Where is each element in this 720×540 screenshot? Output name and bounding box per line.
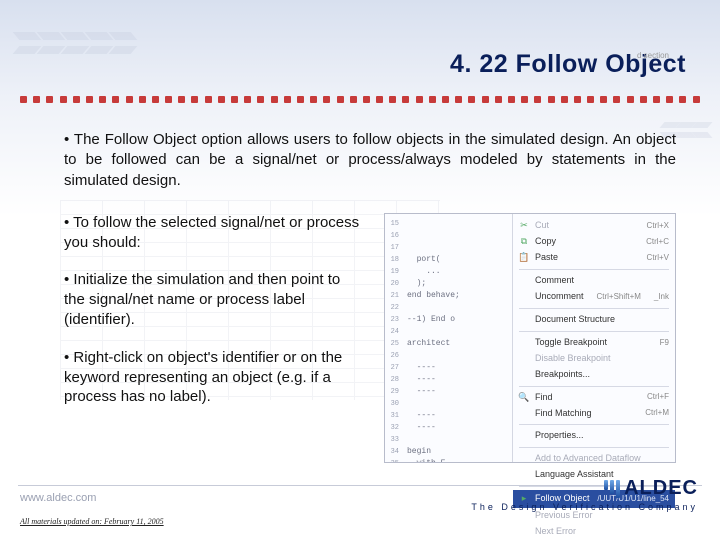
slide-body: • The Follow Object option allows users … [64, 130, 676, 470]
menu-item-shortcut: Ctrl+Shift+M [596, 291, 640, 303]
menu-item-label: Toggle Breakpoint [535, 336, 607, 350]
menu-item-add-dataflow[interactable]: Add to Advanced Dataflow [519, 451, 669, 467]
menu-item-find[interactable]: 🔍 Find Ctrl+F [519, 390, 669, 406]
menu-item-label: Uncomment [535, 290, 584, 304]
find-icon: 🔍 [519, 393, 529, 403]
menu-item-label: Properties... [535, 429, 584, 443]
menu-item-shortcut: F9 [660, 337, 669, 349]
toggle-bp-icon [519, 338, 529, 348]
brand-tagline: The Design Verification Company [471, 502, 698, 512]
menu-item-doc-structure[interactable]: Document Structure [519, 312, 669, 328]
menu-item-disable-bp[interactable]: Disable Breakpoint [519, 351, 669, 367]
menu-item-properties[interactable]: Properties... [519, 428, 669, 444]
menu-item-label: Find [535, 391, 553, 405]
previous-error-icon [519, 511, 529, 521]
menu-item-label: Comment [535, 274, 574, 288]
menu-item-breakpoints[interactable]: Breakpoints... [519, 367, 669, 383]
menu-item-label: Document Structure [535, 313, 615, 327]
menu-item-copy[interactable]: ⧉ Copy Ctrl+C [519, 234, 669, 250]
paste-icon: 📋 [519, 253, 529, 263]
menu-item-shortcut: Ctrl+X [647, 220, 669, 232]
menu-item-cut[interactable]: ✂ Cut Ctrl+X [519, 218, 669, 234]
properties-icon [519, 431, 529, 441]
line-gutter: 15 16 17 18 19 20 21 22 23 24 25 26 27 2… [387, 218, 399, 462]
brand-name: ALDEC [624, 477, 698, 500]
bullet-3: • Initialize the simulation and then poi… [64, 270, 364, 329]
uncomment-icon [519, 292, 529, 302]
bullet-4: • Right-click on object's identifier or … [64, 348, 364, 407]
divider-dots [20, 96, 700, 106]
menu-item-label: Cut [535, 219, 549, 233]
menu-item-label: Next Error [535, 525, 576, 539]
code-text: port( ... ); end behave; --1) End o arch… [407, 254, 508, 462]
add-dataflow-icon [519, 454, 529, 464]
menu-item-shortcut: Ctrl+V [647, 252, 669, 264]
bg-chevrons-left [16, 14, 136, 72]
disable-bp-icon [519, 354, 529, 364]
logo-bars-icon [604, 480, 620, 498]
menu-item-label: Paste [535, 251, 558, 265]
menu-item-shortcut: Ctrl+C [646, 236, 669, 248]
bullet-2: • To follow the selected signal/net or p… [64, 213, 364, 253]
footer-url: www.aldec.com [20, 492, 96, 504]
menu-item-label: Find Matching [535, 407, 592, 421]
menu-item-shortcut: Ctrl+F [647, 391, 669, 403]
menu-item-next-error[interactable]: Next Error [519, 524, 669, 540]
brand-mark: ALDEC [471, 477, 698, 500]
menu-item-comment[interactable]: Comment [519, 273, 669, 289]
screenshot-context-menu: 15 16 17 18 19 20 21 22 23 24 25 26 27 2… [384, 213, 676, 463]
menu-item-find-matching[interactable]: Find Matching Ctrl+M [519, 406, 669, 422]
left-column: • To follow the selected signal/net or p… [64, 213, 364, 463]
comment-icon [519, 276, 529, 286]
find-matching-icon [519, 408, 529, 418]
menu-item-label: Breakpoints... [535, 368, 590, 382]
footer-updated: All materials updated on: February 11, 2… [20, 517, 164, 526]
bullet-intro: • The Follow Object option allows users … [64, 130, 676, 191]
menu-item-label: Disable Breakpoint [535, 352, 611, 366]
doc-structure-icon [519, 315, 529, 325]
menu-item-shortcut: Ctrl+M [645, 407, 669, 419]
next-error-icon [519, 527, 529, 537]
cut-icon: ✂ [519, 221, 529, 231]
footer-logo: ALDEC The Design Verification Company [471, 477, 698, 512]
menu-item-toggle-bp[interactable]: Toggle Breakpoint F9 [519, 335, 669, 351]
slide: 4. 22 Follow Object • The Follow Object … [0, 0, 720, 540]
copy-icon: ⧉ [519, 237, 529, 247]
menu-item-label: Add to Advanced Dataflow [535, 452, 641, 466]
breakpoints-icon [519, 370, 529, 380]
code-cutoff-note: d section [519, 50, 669, 62]
context-menu: d section✂CutCtrl+X⧉CopyCtrl+C📋PasteCtrl… [513, 214, 675, 462]
menu-item-paste[interactable]: 📋 Paste Ctrl+V [519, 250, 669, 266]
menu-item-label: Copy [535, 235, 556, 249]
code-editor-snippet: 15 16 17 18 19 20 21 22 23 24 25 26 27 2… [385, 214, 513, 462]
side-note: _Ink [654, 291, 669, 303]
menu-item-uncomment[interactable]: Uncomment Ctrl+Shift+M _Ink [519, 289, 669, 305]
